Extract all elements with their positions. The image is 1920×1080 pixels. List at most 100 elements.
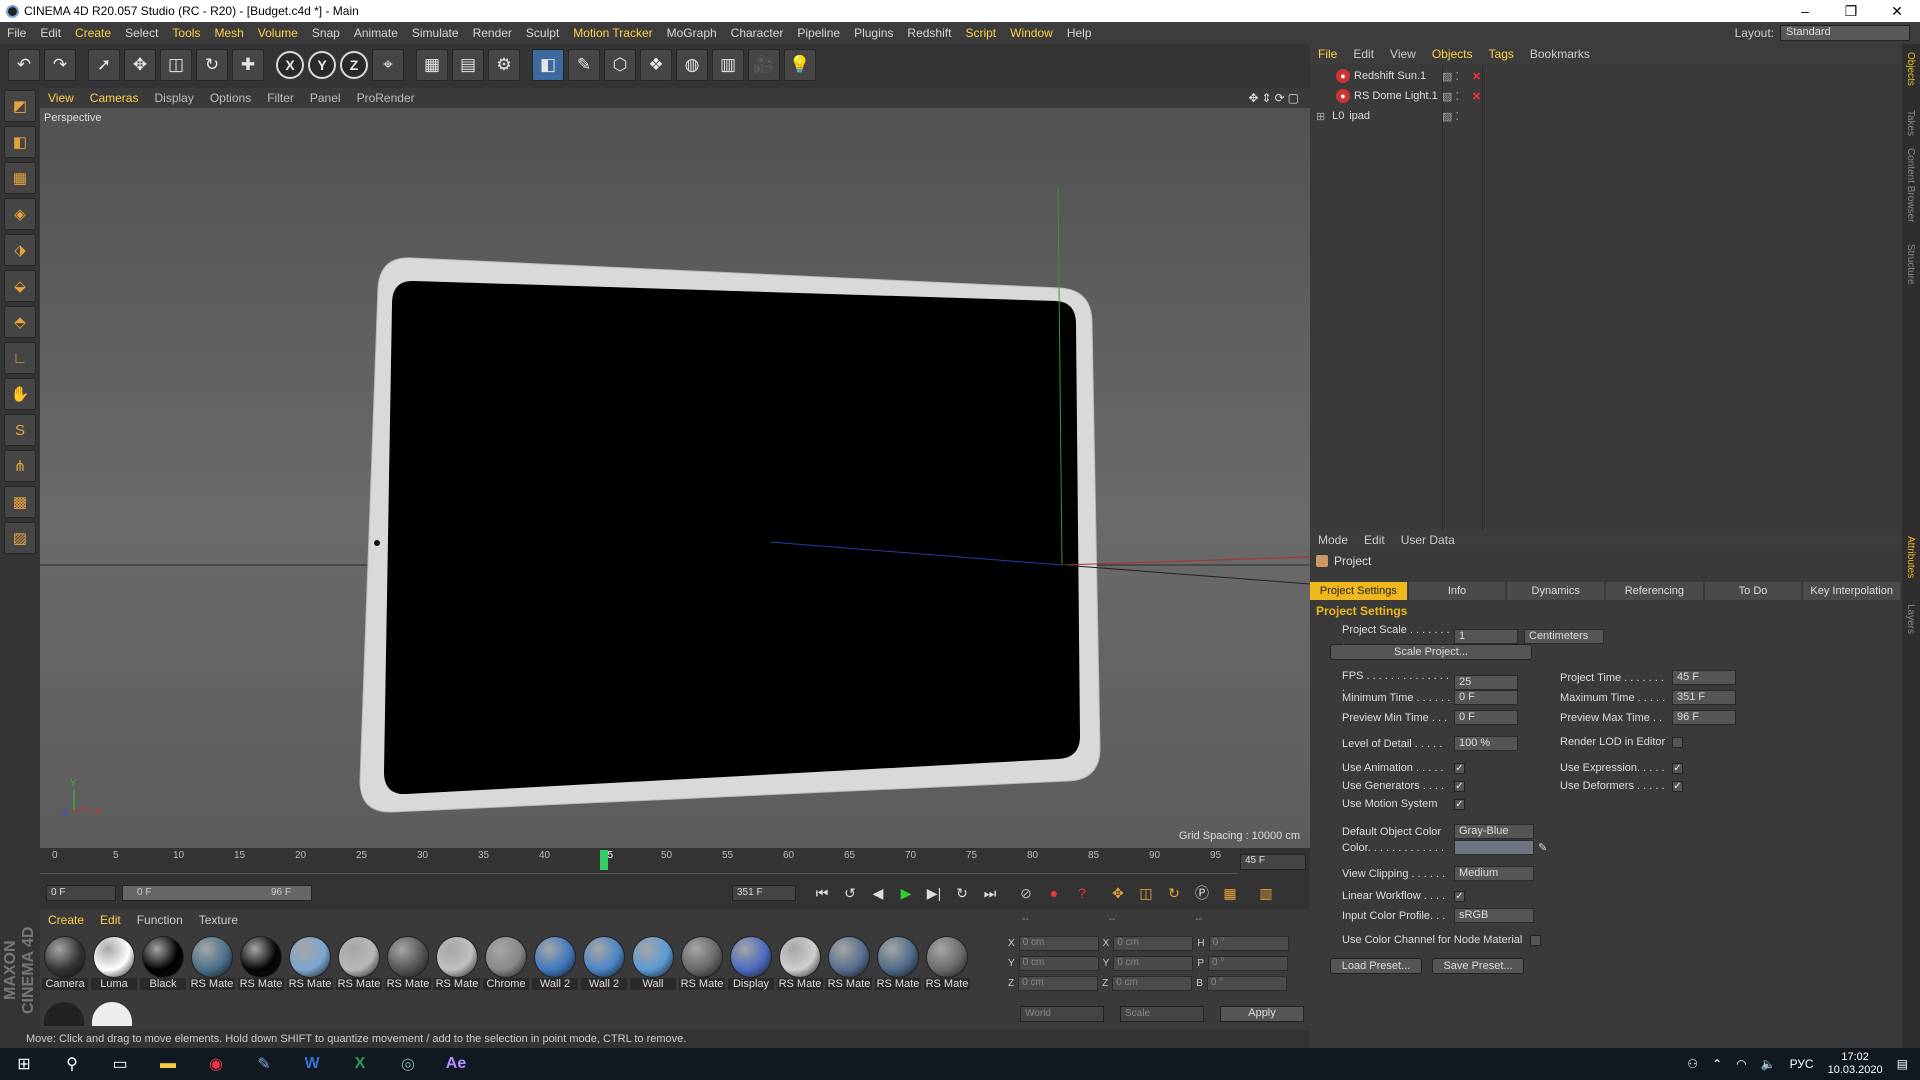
material-swatch[interactable]: RS Mate (826, 932, 872, 990)
minimize-button[interactable]: – (1782, 3, 1828, 20)
position-z-field[interactable]: 0 cm (1018, 976, 1099, 991)
material-swatch[interactable]: Display (728, 932, 774, 990)
viewport-menu-filter[interactable]: Filter (259, 91, 302, 105)
move-tool-button[interactable]: ✥ (124, 49, 156, 81)
project-scale-unit-dropdown[interactable]: Centimeters (1524, 628, 1604, 644)
size-mode-dropdown[interactable]: Scale (1120, 1006, 1204, 1022)
network-icon[interactable]: ◠ (1736, 1057, 1746, 1071)
menu-sculpt[interactable]: Sculpt (519, 26, 566, 40)
close-button[interactable]: ✕ (1874, 3, 1920, 20)
material-menu-function[interactable]: Function (129, 913, 191, 927)
material-swatch[interactable]: Wall 2 (581, 932, 627, 990)
subdivision-surface-button[interactable]: ⬡ (604, 49, 636, 81)
polygon-mode-button[interactable]: ⬘ (4, 306, 36, 338)
rotation-b-field[interactable]: 0 ° (1206, 976, 1287, 991)
after-effects-icon[interactable]: Ae (432, 1048, 480, 1080)
menu-mesh[interactable]: Mesh (207, 26, 250, 40)
solo-mode-button[interactable]: S (4, 414, 36, 446)
material-swatch[interactable]: RS Mate (875, 932, 921, 990)
end-frame-field[interactable]: 351 F (732, 885, 796, 901)
tab-referencing[interactable]: Referencing (1606, 582, 1703, 600)
key-rotation-button[interactable]: ↻ (1162, 881, 1186, 905)
object-menu-objects[interactable]: Objects (1424, 47, 1481, 61)
tab-key-interpolation[interactable]: Key Interpolation (1803, 582, 1901, 600)
menu-help[interactable]: Help (1060, 26, 1099, 40)
material-swatch[interactable]: Luma (91, 932, 137, 990)
lod-field[interactable]: 100 % (1454, 736, 1518, 751)
material-swatch[interactable]: RS Mate (385, 932, 431, 990)
visibility-icon[interactable]: ▨ ⁚ (1442, 70, 1459, 83)
viewport-menu-prorender[interactable]: ProRender (349, 91, 423, 105)
cinema4d-taskbar-icon[interactable]: ◎ (384, 1048, 432, 1080)
floor-button[interactable]: ▥ (712, 49, 744, 81)
material-swatch-partial[interactable] (44, 1002, 84, 1026)
preview-range-slider[interactable]: 0 F 96 F (122, 885, 312, 901)
save-preset-button[interactable]: Save Preset... (1432, 958, 1524, 974)
render-to-picture-viewer-button[interactable]: ▤ (452, 49, 484, 81)
edge-mode-button[interactable]: ⬙ (4, 270, 36, 302)
model-mode-button[interactable]: ◧ (4, 126, 36, 158)
coordinate-system-dropdown[interactable]: World (1020, 1006, 1104, 1022)
project-time-field[interactable]: 45 F (1672, 670, 1736, 685)
select-tool-button[interactable]: ➚ (88, 49, 120, 81)
position-y-field[interactable]: 0 cm (1018, 956, 1099, 971)
menu-script[interactable]: Script (958, 26, 1003, 40)
object-menu-view[interactable]: View (1382, 47, 1424, 61)
workplane-mode-button[interactable]: ◈ (4, 198, 36, 230)
render-settings-button[interactable]: ⚙ (488, 49, 520, 81)
attr-menu-mode[interactable]: Mode (1310, 533, 1356, 547)
system-clock[interactable]: 17:02 10.03.2020 (1828, 1051, 1883, 1077)
material-swatch[interactable]: Chrome (483, 932, 529, 990)
key-parameter-button[interactable]: Ⓟ (1190, 881, 1214, 905)
chrome-icon[interactable]: ◉ (192, 1048, 240, 1080)
tab-dynamics[interactable]: Dynamics (1507, 582, 1605, 600)
tweak-mode-button[interactable]: ✋ (4, 378, 36, 410)
material-swatch[interactable]: RS Mate (287, 932, 333, 990)
excel-icon[interactable]: X (336, 1048, 384, 1080)
eyedropper-icon[interactable]: ✎ (1538, 841, 1547, 854)
preview-min-field[interactable]: 0 F (1454, 710, 1518, 725)
object-menu-bookmarks[interactable]: Bookmarks (1522, 47, 1598, 61)
render-lod-checkbox[interactable] (1672, 736, 1683, 748)
record-keys-button[interactable]: ⊘ (1014, 881, 1038, 905)
viewport-menu-display[interactable]: Display (146, 91, 201, 105)
coordinate-system-button[interactable]: ⌖ (372, 49, 404, 81)
menu-tools[interactable]: Tools (165, 26, 207, 40)
material-swatch[interactable]: RS Mate (336, 932, 382, 990)
playhead-marker[interactable] (600, 850, 608, 870)
viewport-menu-options[interactable]: Options (202, 91, 259, 105)
size-y-field[interactable]: 0 cm (1113, 956, 1194, 971)
disabled-x-icon[interactable]: ✕ (1472, 70, 1481, 83)
menu-snap[interactable]: Snap (305, 26, 347, 40)
layout-select[interactable]: Standard (1780, 25, 1910, 41)
start-frame-field[interactable]: 0 F (46, 885, 116, 901)
strip-tab-takes[interactable]: Takes (1905, 110, 1916, 136)
planar-workplane-button[interactable]: ▨ (4, 522, 36, 554)
expand-icon[interactable]: ⊞ (1316, 110, 1325, 123)
material-swatch[interactable]: RS Mate (924, 932, 970, 990)
linear-workflow-checkbox[interactable]: ✓ (1454, 890, 1465, 902)
task-view-icon[interactable]: ▭ (96, 1048, 144, 1080)
strip-tab-content-browser[interactable]: Content Browser (1905, 148, 1916, 222)
visibility-icon[interactable]: ▨ ⁚ (1442, 110, 1459, 123)
people-icon[interactable]: ⚇ (1687, 1057, 1698, 1071)
color-swatch[interactable] (1454, 840, 1534, 855)
maximize-button[interactable]: ❐ (1828, 3, 1874, 20)
file-explorer-icon[interactable]: ▬ (144, 1048, 192, 1080)
make-editable-button[interactable]: ◩ (4, 90, 36, 122)
word-icon[interactable]: W (288, 1048, 336, 1080)
menu-animate[interactable]: Animate (347, 26, 405, 40)
rotation-h-field[interactable]: 0 ° (1208, 936, 1289, 951)
viewport-navigation-icons[interactable]: ✥⇕⟳▢ (1248, 91, 1310, 105)
object-row-redshift-sun[interactable]: ● Redshift Sun.1 ▨ ⁚ ✕ (1310, 66, 1902, 86)
menu-select[interactable]: Select (118, 26, 165, 40)
previous-key-button[interactable]: ↺ (838, 881, 862, 905)
rotation-p-field[interactable]: 0 ° (1208, 956, 1289, 971)
menu-pipeline[interactable]: Pipeline (790, 26, 847, 40)
timeline-ruler[interactable]: 0 5 10 15 20 25 30 35 40 45 50 55 60 65 … (40, 848, 1238, 874)
object-row-ipad[interactable]: ⊞ L0 ipad ▨ ⁚ (1310, 106, 1902, 126)
autokey-button[interactable]: ● (1042, 881, 1066, 905)
cube-object-button[interactable]: ◧ (532, 49, 564, 81)
search-icon[interactable]: ⚲ (48, 1048, 96, 1080)
pen-spline-button[interactable]: ✎ (568, 49, 600, 81)
